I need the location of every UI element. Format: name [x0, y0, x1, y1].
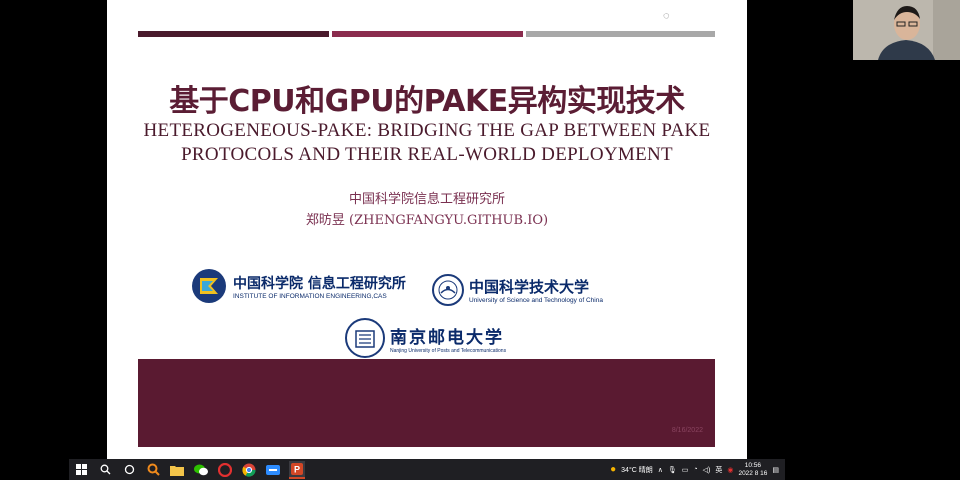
- search-icon[interactable]: [97, 462, 113, 478]
- svg-text:P: P: [294, 464, 300, 474]
- iie-logo-english: INSTITUTE OF INFORMATION ENGINEERING,CAS: [233, 292, 387, 300]
- battery-icon[interactable]: ▭: [682, 466, 689, 474]
- njupt-logo-chinese: 南京邮电大学: [390, 327, 504, 348]
- njupt-logo-text: 南京邮电大学 Nanjing University of Posts and T…: [390, 323, 506, 354]
- slide-affiliation: 中国科学院信息工程研究所: [348, 192, 505, 207]
- slide-author: 郑昉昱 (ZHENGFANGYU.GITHUB.IO): [305, 213, 549, 228]
- clock-time: 10:56: [744, 461, 762, 469]
- notification-icon[interactable]: ▤: [772, 466, 779, 474]
- chevron-up-icon[interactable]: ∧: [658, 466, 663, 474]
- chrome-icon[interactable]: [241, 462, 257, 478]
- powerpoint-icon[interactable]: P: [289, 460, 305, 479]
- ustc-seal-icon: [432, 274, 464, 306]
- logo-njupt: 南京邮电大学 Nanjing University of Posts and T…: [345, 318, 506, 358]
- system-tray: ● 34°C 晴朗 ∧ 🎙 ▭ ◔ ◁) 英 ◉ 10:56 2022 8 16…: [610, 459, 779, 480]
- search-app-icon[interactable]: [145, 462, 161, 478]
- slide-title-english: HETEROGENEOUS-PAKE: BRIDGING THE GAP BET…: [137, 119, 717, 167]
- mouse-cursor-icon: ◌: [663, 10, 670, 22]
- volume-icon[interactable]: ◁): [703, 466, 711, 474]
- njupt-logo-english: Nanjing University of Posts and Telecomm…: [390, 347, 507, 354]
- webcam-thumbnail[interactable]: [853, 0, 960, 60]
- slide-footer-band: 8/16/2022: [138, 359, 715, 447]
- system-clock[interactable]: 10:56 2022 8 16: [738, 462, 767, 478]
- slide-title-chinese: 基于CPU和GPU的PAKE异构实现技术: [169, 84, 685, 119]
- slide-canvas: ◌ 基于CPU和GPU的PAKE异构实现技术 HETEROGENEOUS-PAK…: [107, 0, 747, 459]
- njupt-seal-icon: [345, 318, 385, 358]
- iie-logo-chinese: 中国科学院 信息工程研究所: [233, 275, 406, 292]
- network-icon[interactable]: ◔: [693, 466, 697, 473]
- windows-start-icon[interactable]: [73, 462, 89, 478]
- logo-ustc: 中国科学技术大学 University of Science and Techn…: [432, 274, 603, 306]
- ustc-logo-english: University of Science and Technology of …: [469, 297, 603, 304]
- app-red-icon[interactable]: [217, 462, 233, 478]
- slide-title-english-line2: PROTOCOLS AND THEIR REAL-WORLD DEPLOYMEN…: [181, 144, 673, 165]
- iie-logo-text: 中国科学院 信息工程研究所 INSTITUTE OF INFORMATION E…: [233, 273, 406, 300]
- task-view-icon[interactable]: [121, 462, 137, 478]
- ustc-logo-text: 中国科学技术大学 University of Science and Techn…: [469, 276, 603, 304]
- microphone-icon[interactable]: 🎙: [668, 466, 677, 474]
- weather-text[interactable]: 34°C 晴朗: [621, 465, 653, 475]
- file-explorer-icon[interactable]: [169, 462, 185, 478]
- slide-title-english-line1: HETEROGENEOUS-PAKE: BRIDGING THE GAP BET…: [143, 120, 711, 141]
- ustc-logo-chinese: 中国科学技术大学: [469, 278, 590, 296]
- slide-accent-bar-2: [332, 31, 523, 37]
- slide-date: 8/16/2022: [671, 427, 703, 434]
- meeting-app-icon[interactable]: [265, 462, 281, 478]
- weather-icon[interactable]: ●: [610, 464, 616, 475]
- ime-indicator[interactable]: 英: [715, 465, 722, 475]
- clock-date: 2022 8 16: [738, 469, 768, 477]
- security-app-icon[interactable]: ◉: [727, 466, 733, 474]
- iie-emblem-icon: [192, 269, 226, 303]
- taskbar: P ● 34°C 晴朗 ∧ 🎙 ▭ ◔ ◁) 英 ◉ 10:56 2022 8 …: [69, 459, 785, 480]
- slide-accent-bar-1: [138, 31, 329, 37]
- logo-iie-cas: 中国科学院 信息工程研究所 INSTITUTE OF INFORMATION E…: [191, 268, 406, 304]
- wechat-icon[interactable]: [193, 462, 209, 478]
- presenter-video-icon: [853, 0, 960, 60]
- slide-accent-bar-3: [526, 31, 715, 37]
